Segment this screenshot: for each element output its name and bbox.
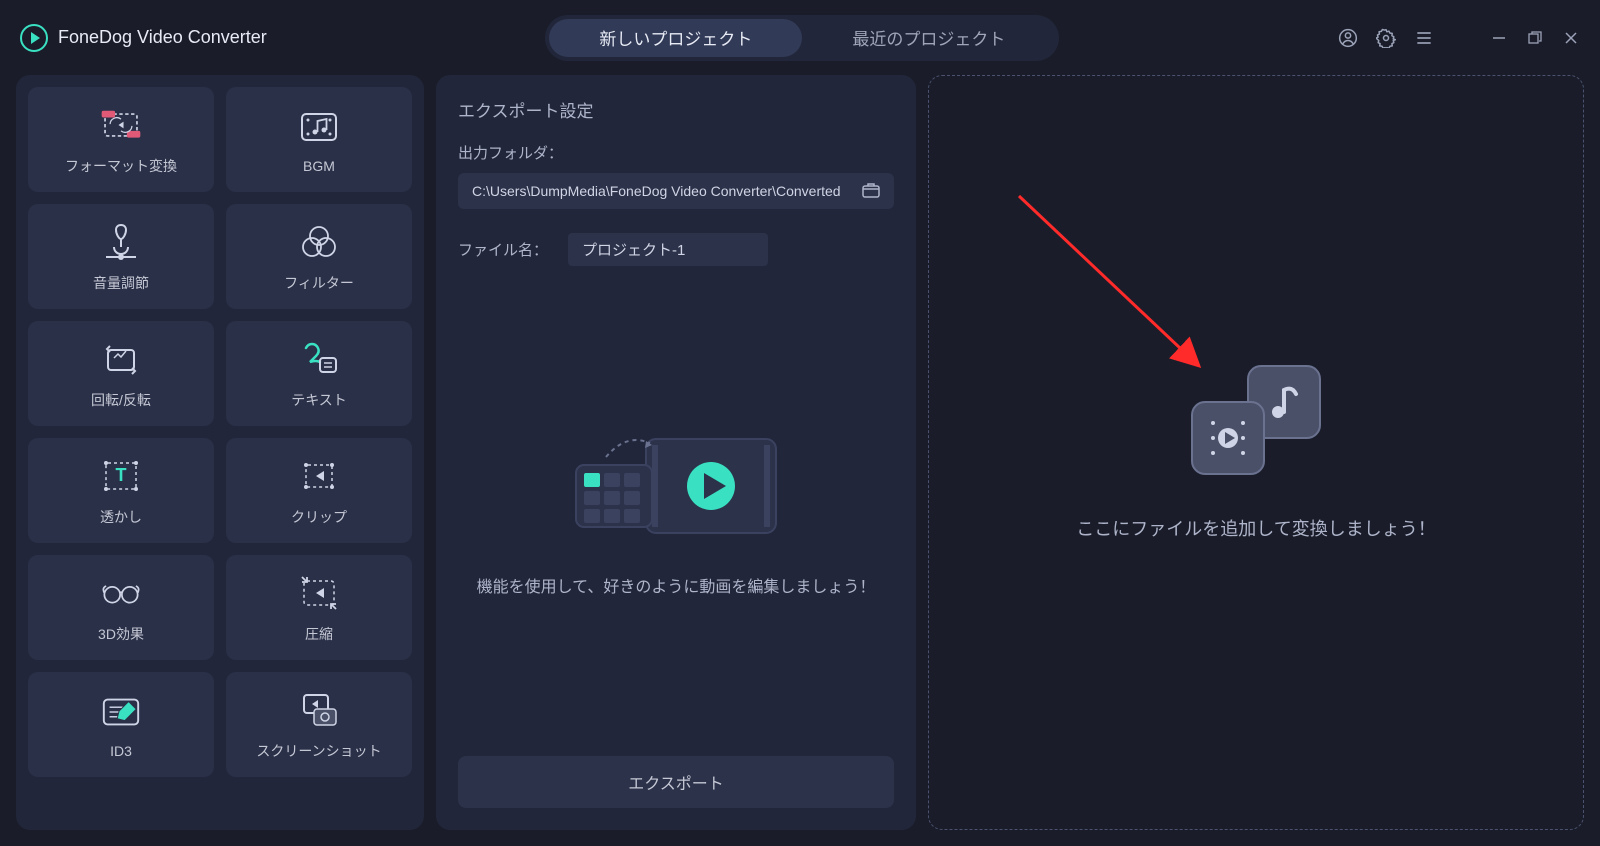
id3-icon [100,691,142,733]
output-folder-path: C:\Users\DumpMedia\FoneDog Video Convert… [472,183,841,199]
menu-icon[interactable] [1414,28,1434,48]
output-folder-label: 出力フォルダ： [458,142,894,163]
maximize-button[interactable] [1526,29,1544,47]
browse-folder-icon[interactable] [862,183,880,199]
file-drop-zone[interactable]: ここにファイルを追加して変換しましょう！ [928,75,1584,830]
illustration-text: 機能を使用して、好きのように動画を編集しましょう！ [477,575,876,601]
tool-compress[interactable]: 圧縮 [226,555,412,660]
tool-bgm[interactable]: BGM [226,87,412,192]
gear-icon[interactable] [1376,28,1396,48]
close-button[interactable] [1562,29,1580,47]
play-circle-icon [20,24,48,52]
filter-icon [298,221,340,263]
tool-volume[interactable]: 音量調節 [28,204,214,309]
app-logo: FoneDog Video Converter [20,24,267,52]
export-settings-panel: エクスポート設定 出力フォルダ： C:\Users\DumpMedia\Fone… [436,75,916,830]
tab-new-project[interactable]: 新しいプロジェクト [549,19,802,57]
drop-media-icon [1191,365,1321,475]
export-button[interactable]: エクスポート [458,756,894,808]
text-icon [298,338,340,380]
bgm-icon [298,106,340,148]
tool-label: 音量調節 [93,273,149,293]
tool-watermark[interactable]: T 透かし [28,438,214,543]
volume-icon [100,221,142,263]
clip-icon [298,455,340,497]
watermark-icon: T [100,455,142,497]
tools-panel: フォーマット変換 BGM 音量調節 フィルター [16,75,424,830]
file-name-label: ファイル名： [458,239,548,260]
tool-label: テキスト [291,390,347,410]
svg-text:T: T [116,465,127,485]
tool-clip[interactable]: クリップ [226,438,412,543]
app-title: FoneDog Video Converter [58,27,267,48]
rotate-icon [100,338,142,380]
tool-label: 圧縮 [305,624,333,644]
tool-id3[interactable]: ID3 [28,672,214,777]
tool-label: 回転/反転 [91,390,151,410]
tool-text[interactable]: テキスト [226,321,412,426]
tool-label: フィルター [284,273,354,293]
format-convert-icon [100,104,142,146]
compress-icon [298,572,340,614]
export-title: エクスポート設定 [458,97,894,122]
tab-recent-project[interactable]: 最近のプロジェクト [802,19,1055,57]
minimize-button[interactable] [1490,29,1508,47]
tool-label: ID3 [110,743,132,759]
music-note-icon [1264,382,1304,422]
drop-zone-text: ここにファイルを追加して変換しましょう！ [1076,515,1435,541]
tool-label: 透かし [100,507,142,527]
output-folder-field[interactable]: C:\Users\DumpMedia\FoneDog Video Convert… [458,173,894,209]
file-name-input[interactable] [568,233,768,266]
account-icon[interactable] [1338,28,1358,48]
tool-label: 3D効果 [98,624,144,644]
tool-3d-effect[interactable]: 3D効果 [28,555,214,660]
screenshot-icon [298,689,340,731]
project-tabs: 新しいプロジェクト 最近のプロジェクト [545,15,1059,61]
tool-screenshot[interactable]: スクリーンショット [226,672,412,777]
video-play-icon [1205,415,1251,461]
tool-label: スクリーンショット [256,741,381,761]
tool-label: BGM [303,158,335,174]
edit-illustration-icon [566,421,786,551]
tool-label: クリップ [291,507,347,527]
tool-filter[interactable]: フィルター [226,204,412,309]
tool-format-convert[interactable]: フォーマット変換 [28,87,214,192]
tool-label: フォーマット変換 [65,156,177,176]
glasses-3d-icon [100,572,142,614]
tool-rotate[interactable]: 回転/反転 [28,321,214,426]
